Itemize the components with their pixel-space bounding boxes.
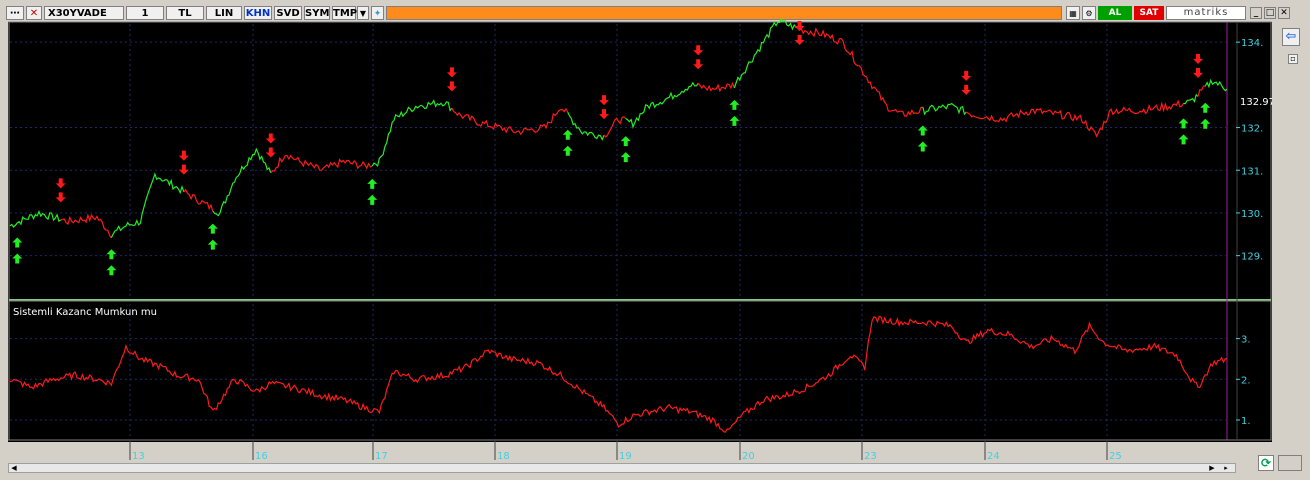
back-arrow-icon[interactable]: ⇦ (1282, 28, 1300, 46)
price-tick-label: 130. (1241, 209, 1263, 220)
time-tick-label: 16 (255, 451, 268, 462)
scroll-end-icon[interactable]: ▸ (1221, 464, 1231, 472)
indicator-title: Sistemli Kazanc Mumkun mu (13, 307, 157, 318)
price-tick-label: 134. (1241, 38, 1263, 49)
time-tick-label: 25 (1109, 451, 1122, 462)
resize-corner[interactable] (1278, 455, 1302, 471)
indicator-tick-label: 2. (1241, 375, 1251, 386)
time-axis: 13 16 17 18 19 20 23 24 25 (129, 440, 1122, 462)
time-tick-label: 23 (864, 451, 877, 462)
scroll-left-icon[interactable]: ◀ (9, 464, 19, 472)
horizontal-scrollbar[interactable]: ◀ ▶ ▸ (8, 463, 1236, 473)
time-tick-label: 17 (375, 451, 388, 462)
time-tick-label: 13 (132, 451, 145, 462)
chart-area[interactable]: 134. 132. 131. 130. 129. 3. 2. 1. 13 16 17 18 19 20… (0, 0, 1310, 480)
panel-toggle-icon[interactable]: ▫ (1288, 54, 1298, 64)
time-tick-label: 18 (497, 451, 510, 462)
refresh-icon[interactable]: ⟳ (1258, 455, 1274, 471)
indicator-tick-label: 1. (1241, 416, 1251, 427)
price-tick-label: 132. (1241, 124, 1263, 135)
time-tick-label: 20 (742, 451, 755, 462)
indicator-tick-label: 3. (1241, 335, 1251, 346)
right-side-panel (1272, 22, 1310, 442)
time-tick-label: 24 (987, 451, 1000, 462)
price-tick-label: 129. (1241, 252, 1263, 263)
scroll-right-icon[interactable]: ▶ (1207, 464, 1217, 472)
time-tick-label: 19 (619, 451, 632, 462)
price-tick-label: 131. (1241, 166, 1263, 177)
